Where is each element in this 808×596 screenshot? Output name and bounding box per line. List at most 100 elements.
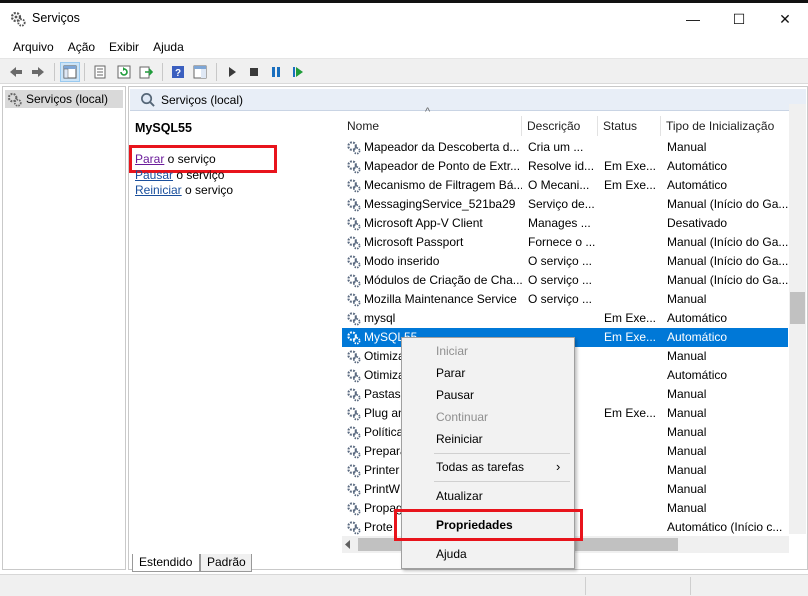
forward-icon[interactable] <box>28 62 48 82</box>
vertical-scroll-thumb[interactable] <box>790 292 805 324</box>
cell-startup-type: Manual <box>667 501 707 515</box>
service-row[interactable]: Módulos de Criação de Cha... O serviço ..… <box>342 271 788 290</box>
column-header-name[interactable]: Nome <box>342 116 522 136</box>
service-gear-icon <box>347 388 361 402</box>
help-icon[interactable]: ? <box>168 62 188 82</box>
show-tree-icon[interactable] <box>60 62 80 82</box>
restart-service-text: o serviço <box>181 183 234 197</box>
cell-startup-type: Manual <box>667 140 707 154</box>
service-row[interactable]: Microsoft Passport Fornece o ... Manual (I… <box>342 233 788 252</box>
ctx-todas-as-tarefas-label: Todas as tarefas <box>436 460 525 474</box>
service-row[interactable]: Mapeador de Ponto de Extr... Resolve id..… <box>342 157 788 176</box>
cell-startup-type: Manual <box>667 387 707 401</box>
service-row[interactable]: mysql Em Exe... Automático <box>342 309 788 328</box>
menu-exibir[interactable]: Exibir <box>102 40 146 54</box>
service-gear-icon <box>347 141 361 155</box>
ctx-pausar[interactable]: Pausar <box>402 384 574 406</box>
pause-icon[interactable] <box>266 62 286 82</box>
service-row[interactable]: Mapeador da Descoberta d... Cria um ... Ma… <box>342 138 788 157</box>
ctx-separator <box>434 481 570 482</box>
cell-status: Em Exe... <box>604 311 657 325</box>
service-gear-icon <box>347 179 361 193</box>
back-icon[interactable] <box>6 62 26 82</box>
toolbar-separator <box>84 63 85 81</box>
cell-description: Cria um ... <box>528 140 584 154</box>
cell-startup-type: Desativado <box>667 216 728 230</box>
cell-name: Modo inserido <box>364 254 440 268</box>
service-gear-icon <box>347 236 361 250</box>
cell-status: Em Exe... <box>604 159 657 173</box>
cell-status <box>604 271 660 290</box>
status-divider <box>585 577 586 595</box>
stop-icon[interactable] <box>244 62 264 82</box>
ctx-ajuda[interactable]: Ajuda <box>402 543 574 565</box>
status-bar <box>0 574 808 596</box>
status-divider <box>690 577 691 595</box>
properties-icon[interactable] <box>90 62 110 82</box>
cell-name: Mapeador da Descoberta d... <box>364 140 520 154</box>
start-icon[interactable] <box>222 62 242 82</box>
cell-startup-type: Automático <box>667 368 728 382</box>
service-row[interactable]: Modo inserido O serviço ... Manual (Início… <box>342 252 788 271</box>
tree-item-label: Serviços (local) <box>26 92 109 106</box>
close-button[interactable]: ✕ <box>762 3 808 35</box>
ctx-atualizar[interactable]: Atualizar <box>402 485 574 507</box>
column-header-startup-type[interactable]: Tipo de Inicialização <box>661 116 789 136</box>
cell-description: Resolve id... <box>528 159 595 173</box>
minimize-button[interactable]: — <box>670 3 716 35</box>
cell-startup-type: Manual <box>667 482 707 496</box>
tab-padrao[interactable]: Padrão <box>200 554 252 572</box>
stop-service-link[interactable]: Parar <box>135 152 164 166</box>
restart-service-line: Reiniciar o serviço <box>135 183 233 197</box>
service-gear-icon <box>347 160 361 174</box>
highlight-box-propriedades <box>394 509 583 541</box>
service-gear-icon <box>347 293 361 307</box>
ctx-iniciar[interactable]: Iniciar <box>402 340 574 362</box>
cell-status <box>604 195 660 214</box>
service-gear-icon <box>347 502 361 516</box>
service-row[interactable]: Microsoft App-V Client Manages ... Desativ… <box>342 214 788 233</box>
scroll-left-icon[interactable] <box>344 540 352 549</box>
restart-service-link[interactable]: Reiniciar <box>135 183 182 197</box>
cell-status <box>604 290 660 309</box>
ctx-parar[interactable]: Parar <box>402 362 574 384</box>
column-header-status[interactable]: Status <box>598 116 661 136</box>
maximize-button[interactable]: ☐ <box>716 3 762 35</box>
cell-description: O serviço ... <box>528 292 593 306</box>
pause-service-link[interactable]: Pausar <box>135 168 173 182</box>
cell-startup-type: Automático (Início c... <box>667 520 783 534</box>
refresh-icon[interactable] <box>114 62 134 82</box>
cell-startup-type: Automático <box>667 330 728 344</box>
tree-item-services-local[interactable]: Serviços (local) <box>5 90 123 108</box>
cell-description: O serviço ... <box>528 273 593 287</box>
cell-description: Manages ... <box>528 216 591 230</box>
pane-header-title: Serviços (local) <box>161 92 244 107</box>
cell-startup-type: Manual <box>667 463 707 477</box>
window-title: Serviços <box>32 11 80 25</box>
ctx-todas-as-tarefas[interactable]: Todas as tarefas › <box>402 456 574 478</box>
service-row[interactable]: Mozilla Maintenance Service O serviço ...… <box>342 290 788 309</box>
menu-arquivo[interactable]: Arquivo <box>6 40 61 54</box>
cell-status: Em Exe... <box>604 178 657 192</box>
menu-ajuda[interactable]: Ajuda <box>146 40 191 54</box>
cell-startup-type: Automático <box>667 178 728 192</box>
ctx-continuar[interactable]: Continuar <box>402 406 574 428</box>
service-gear-icon <box>347 217 361 231</box>
menu-acao[interactable]: Ação <box>61 40 102 54</box>
action-pane-icon[interactable] <box>190 62 210 82</box>
ctx-reiniciar[interactable]: Reiniciar <box>402 428 574 450</box>
magnifier-gear-icon <box>141 93 155 107</box>
cell-status <box>604 385 660 404</box>
restart-icon[interactable] <box>288 62 308 82</box>
cell-name: Microsoft Passport <box>364 235 464 249</box>
ctx-separator <box>434 453 570 454</box>
cell-startup-type: Automático <box>667 311 728 325</box>
column-header-description[interactable]: Descrição <box>522 116 598 136</box>
tab-estendido[interactable]: Estendido <box>132 554 200 572</box>
stop-service-line: Parar o serviço <box>135 152 216 166</box>
service-row[interactable]: MessagingService_521ba29 Serviço de... Man… <box>342 195 788 214</box>
cell-status <box>604 366 660 385</box>
service-row[interactable]: Mecanismo de Filtragem Bá... O Mecani... E… <box>342 176 788 195</box>
export-icon[interactable] <box>136 62 156 82</box>
service-gear-icon <box>347 407 361 421</box>
